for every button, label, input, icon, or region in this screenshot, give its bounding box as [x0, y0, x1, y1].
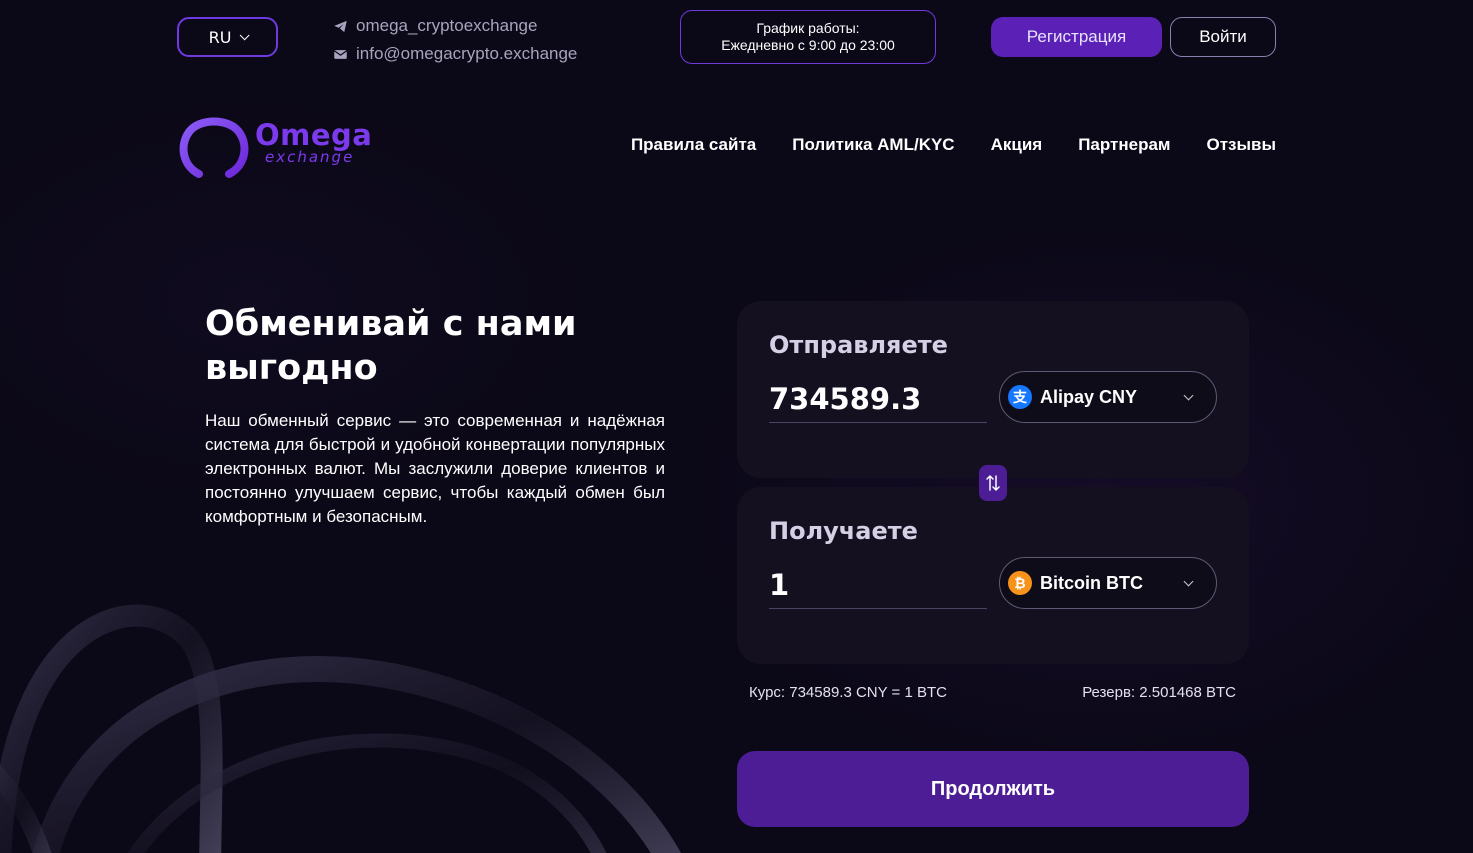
receive-currency-name: Bitcoin BTC	[1040, 572, 1143, 593]
swap-arrows-icon	[986, 475, 1000, 491]
swap-button[interactable]	[979, 465, 1007, 501]
logo-name: Omega	[255, 118, 373, 152]
send-amount-input[interactable]	[769, 375, 987, 423]
send-currency-select[interactable]: 支 Alipay CNY	[999, 371, 1217, 423]
send-currency-name: Alipay CNY	[1040, 386, 1138, 407]
main-nav: Правила сайта Политика AML/KYC Акция Пар…	[631, 135, 1276, 155]
schedule-title: График работы:	[756, 20, 860, 36]
receive-currency-select[interactable]: ₿ Bitcoin BTC	[999, 557, 1217, 609]
bitcoin-icon: ₿	[1008, 571, 1032, 595]
nav-item-reviews[interactable]: Отзывы	[1207, 135, 1277, 155]
hero-description: Наш обменный сервис — это современная и …	[205, 411, 665, 526]
chevron-down-icon	[1183, 576, 1194, 586]
alipay-icon: 支	[1008, 385, 1032, 409]
nav-item-partners[interactable]: Партнерам	[1078, 135, 1170, 155]
omega-logo-icon	[177, 117, 253, 178]
receive-card: Получаете ₿ Bitcoin BTC	[737, 487, 1249, 664]
email-link[interactable]: info@omegacrypto.exchange	[333, 40, 577, 68]
login-button[interactable]: Войти	[1170, 17, 1276, 57]
telegram-icon	[334, 20, 347, 32]
email-address: info@omegacrypto.exchange	[356, 44, 578, 63]
register-button[interactable]: Регистрация	[991, 17, 1162, 57]
contacts: omega_cryptoexchange info@omegacrypto.ex…	[333, 12, 577, 68]
receive-label: Получаете	[769, 517, 918, 545]
exchange-rate: Курс: 734589.3 CNY = 1 BTC	[749, 684, 947, 701]
receive-amount-input[interactable]	[769, 561, 987, 609]
decorative-rings	[0, 604, 681, 853]
chevron-down-icon	[240, 29, 250, 40]
send-label: Отправляете	[769, 331, 948, 359]
hero-title: Обменивай с нами выгодно	[205, 304, 577, 388]
nav-item-aml-kyc[interactable]: Политика AML/KYC	[792, 135, 954, 155]
mail-icon	[333, 49, 348, 59]
language-selector[interactable]: RU	[177, 17, 278, 57]
telegram-link[interactable]: omega_cryptoexchange	[333, 12, 577, 40]
logo[interactable]: Omega exchange	[177, 112, 377, 182]
chevron-down-icon	[1183, 390, 1194, 400]
send-card: Отправляете 支 Alipay CNY	[737, 301, 1249, 478]
nav-item-promo[interactable]: Акция	[991, 135, 1043, 155]
telegram-handle: omega_cryptoexchange	[356, 16, 538, 35]
reserve-amount: Резерв: 2.501468 BTC	[1082, 684, 1236, 701]
continue-button[interactable]: Продолжить	[737, 751, 1249, 827]
schedule-box: График работы: Ежедневно с 9:00 до 23:00	[680, 10, 936, 64]
nav-item-rules[interactable]: Правила сайта	[631, 135, 756, 155]
language-label: RU	[208, 27, 232, 47]
schedule-hours: Ежедневно с 9:00 до 23:00	[721, 37, 895, 53]
